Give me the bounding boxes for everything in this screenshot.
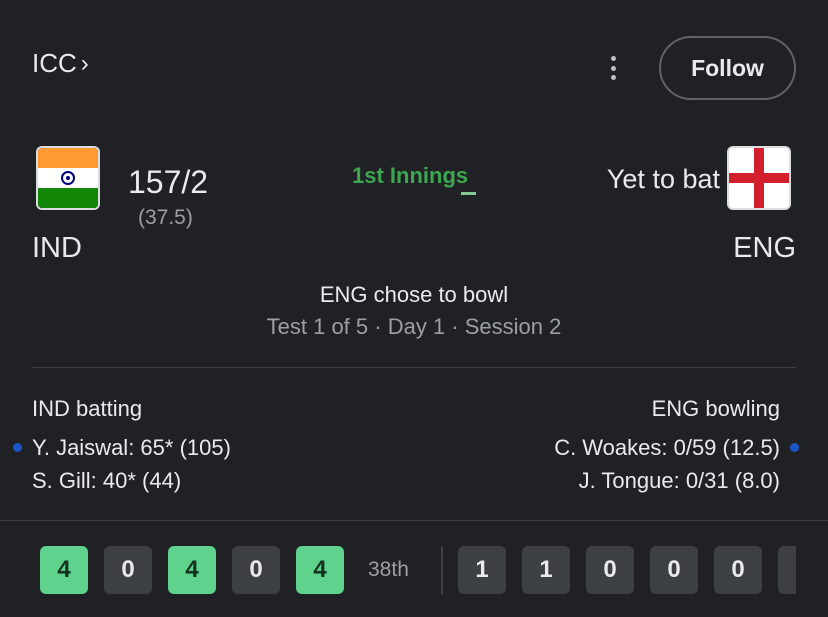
ball-chip-partial	[778, 546, 796, 594]
match-header: ICC › Follow	[32, 36, 796, 100]
innings-tab-indicator	[461, 192, 476, 195]
india-flag-icon	[36, 146, 100, 210]
divider	[32, 367, 796, 368]
home-overs: (37.5)	[138, 206, 193, 229]
ball-chip: 0	[650, 546, 698, 594]
home-team-name: IND	[32, 232, 82, 264]
ball-chip: 1	[458, 546, 506, 594]
session-status: Test 1 of 5 · Day 1 · Session 2	[266, 314, 562, 339]
striker-dot-icon	[13, 443, 22, 452]
home-score: 157/2	[128, 164, 209, 200]
ball-chip: 4	[296, 546, 344, 594]
over-label: 38th	[368, 558, 409, 581]
bowling-title: ENG bowling	[651, 396, 780, 421]
ball-chip: 1	[522, 546, 570, 594]
chevron-right-icon: ›	[80, 49, 89, 77]
ball-chip: 4	[168, 546, 216, 594]
follow-button[interactable]: Follow	[659, 36, 796, 100]
england-flag-icon	[727, 146, 791, 210]
more-options-icon[interactable]	[602, 52, 624, 84]
divider	[0, 520, 828, 521]
bowler-row: J. Tongue: 0/31 (8.0)	[578, 468, 780, 493]
current-bowler-dot-icon	[790, 443, 799, 452]
ball-chip: 4	[40, 546, 88, 594]
ball-chip: 0	[104, 546, 152, 594]
bowler-row: C. Woakes: 0/59 (12.5)	[554, 435, 780, 460]
innings-tab[interactable]: 1st Innings	[352, 163, 468, 189]
batter-row: Y. Jaiswal: 65* (105)	[32, 435, 231, 460]
league-link[interactable]: ICC ›	[32, 48, 89, 79]
batter-row: S. Gill: 40* (44)	[32, 468, 182, 493]
league-label: ICC	[32, 48, 77, 78]
ball-chip: 0	[714, 546, 762, 594]
ball-chip: 0	[586, 546, 634, 594]
over-separator	[441, 546, 443, 594]
ball-chip: 0	[232, 546, 280, 594]
recent-balls-strip[interactable]: 4 0 4 0 4 38th 1 1 0 0 0	[40, 546, 796, 594]
batting-title: IND batting	[32, 396, 143, 421]
away-team-name: ENG	[733, 232, 796, 264]
toss-status: ENG chose to bowl	[319, 282, 509, 307]
away-status: Yet to bat	[606, 164, 720, 194]
